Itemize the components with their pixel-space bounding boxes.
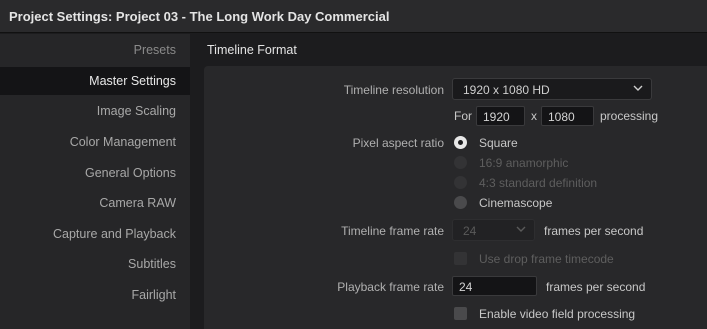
playback-frame-rate-input[interactable]: 24: [452, 276, 537, 296]
chevron-down-icon: [633, 85, 643, 91]
pixel-aspect-anamorphic-label: 16:9 anamorphic: [479, 156, 569, 170]
playback-frame-rate-unit: frames per second: [546, 280, 646, 294]
for-label: For: [454, 109, 472, 123]
video-field-processing-checkbox[interactable]: [454, 307, 467, 320]
pixel-aspect-standard-definition-label: 4:3 standard definition: [479, 176, 598, 190]
settings-sidebar: Presets Master Settings Image Scaling Co…: [0, 34, 190, 329]
window-title: Project Settings: Project 03 - The Long …: [9, 9, 390, 24]
sidebar-item-color-management[interactable]: Color Management: [70, 135, 176, 149]
pixel-aspect-ratio-label: Pixel aspect ratio: [352, 136, 444, 150]
timeline-resolution-value: 1920 x 1080 HD: [463, 83, 550, 97]
pixel-aspect-cinemascope-label: Cinemascope: [479, 196, 553, 210]
sidebar-item-capture-and-playback[interactable]: Capture and Playback: [53, 227, 176, 241]
pixel-aspect-anamorphic-radio: [454, 156, 467, 169]
window-title-bar: Project Settings: Project 03 - The Long …: [0, 0, 707, 33]
resolution-height-value: 1080: [548, 110, 575, 124]
drop-frame-timecode-label: Use drop frame timecode: [479, 252, 614, 266]
timeline-frame-rate-label: Timeline frame rate: [341, 224, 444, 238]
video-field-processing-label: Enable video field processing: [479, 307, 636, 321]
timeline-frame-rate-unit: frames per second: [544, 224, 644, 238]
chevron-down-icon: [516, 226, 526, 232]
timeline-resolution-dropdown[interactable]: 1920 x 1080 HD: [452, 78, 652, 100]
sidebar-item-master-settings[interactable]: Master Settings: [89, 74, 176, 88]
sidebar-item-subtitles[interactable]: Subtitles: [128, 257, 176, 271]
sidebar-item-presets[interactable]: Presets: [134, 43, 176, 57]
sidebar-item-general-options[interactable]: General Options: [85, 166, 176, 180]
settings-main: Timeline Format Timeline resolution 1920…: [190, 34, 707, 329]
section-title: Timeline Format: [207, 43, 297, 57]
playback-frame-rate-value: 24: [459, 280, 473, 294]
timeline-format-panel: Timeline resolution 1920 x 1080 HD For 1…: [204, 66, 707, 329]
timeline-resolution-label: Timeline resolution: [343, 83, 444, 97]
sidebar-item-image-scaling[interactable]: Image Scaling: [97, 104, 176, 118]
pixel-aspect-standard-definition-radio: [454, 176, 467, 189]
pixel-aspect-cinemascope-radio[interactable]: [454, 196, 467, 209]
resolution-width-input[interactable]: 1920: [476, 106, 525, 126]
sidebar-item-camera-raw[interactable]: Camera RAW: [99, 196, 176, 210]
playback-frame-rate-label: Playback frame rate: [337, 280, 444, 294]
resolution-x-label: x: [531, 109, 537, 123]
drop-frame-timecode-checkbox: [454, 252, 467, 265]
resolution-width-value: 1920: [483, 110, 510, 124]
pixel-aspect-square-label: Square: [479, 136, 518, 150]
resolution-height-input[interactable]: 1080: [541, 106, 594, 126]
pixel-aspect-square-radio[interactable]: [454, 136, 467, 149]
processing-label: processing: [600, 109, 659, 123]
sidebar-item-fairlight[interactable]: Fairlight: [132, 288, 176, 302]
timeline-frame-rate-dropdown: 24: [452, 219, 535, 241]
timeline-frame-rate-value: 24: [463, 224, 477, 238]
